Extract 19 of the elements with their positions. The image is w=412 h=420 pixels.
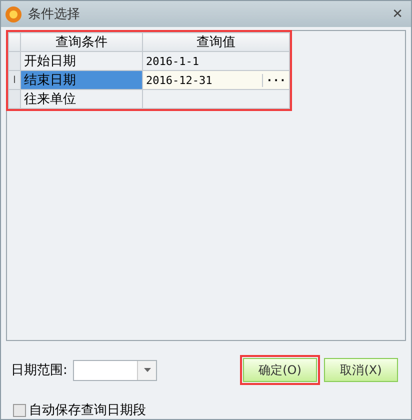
dropdown-arrow-icon: [144, 368, 151, 372]
value-field[interactable]: 2016-12-31: [146, 74, 212, 87]
date-range-label: 日期范围:: [11, 362, 68, 379]
date-range-dropdown[interactable]: [73, 360, 158, 380]
close-button[interactable]: ✕: [392, 6, 403, 22]
ok-button[interactable]: 确定(O): [243, 358, 317, 382]
window-title: 条件选择: [28, 6, 81, 24]
row-header: [8, 90, 20, 109]
condition-cell[interactable]: 往来单位: [20, 90, 142, 109]
checkbox[interactable]: [13, 404, 26, 416]
condition-cell[interactable]: 结束日期: [20, 70, 142, 90]
value-cell: 2016-1-1: [146, 54, 199, 68]
column-header: 查询条件: [20, 32, 142, 52]
row-indicator: I: [8, 70, 20, 90]
ellipsis-button[interactable]: ···: [262, 74, 289, 87]
app-logo-icon: [5, 6, 22, 23]
cancel-button[interactable]: 取消(X): [324, 358, 398, 382]
checkbox-label: 自动保存查询日期段: [29, 402, 146, 419]
column-header: 查询值: [142, 32, 290, 52]
